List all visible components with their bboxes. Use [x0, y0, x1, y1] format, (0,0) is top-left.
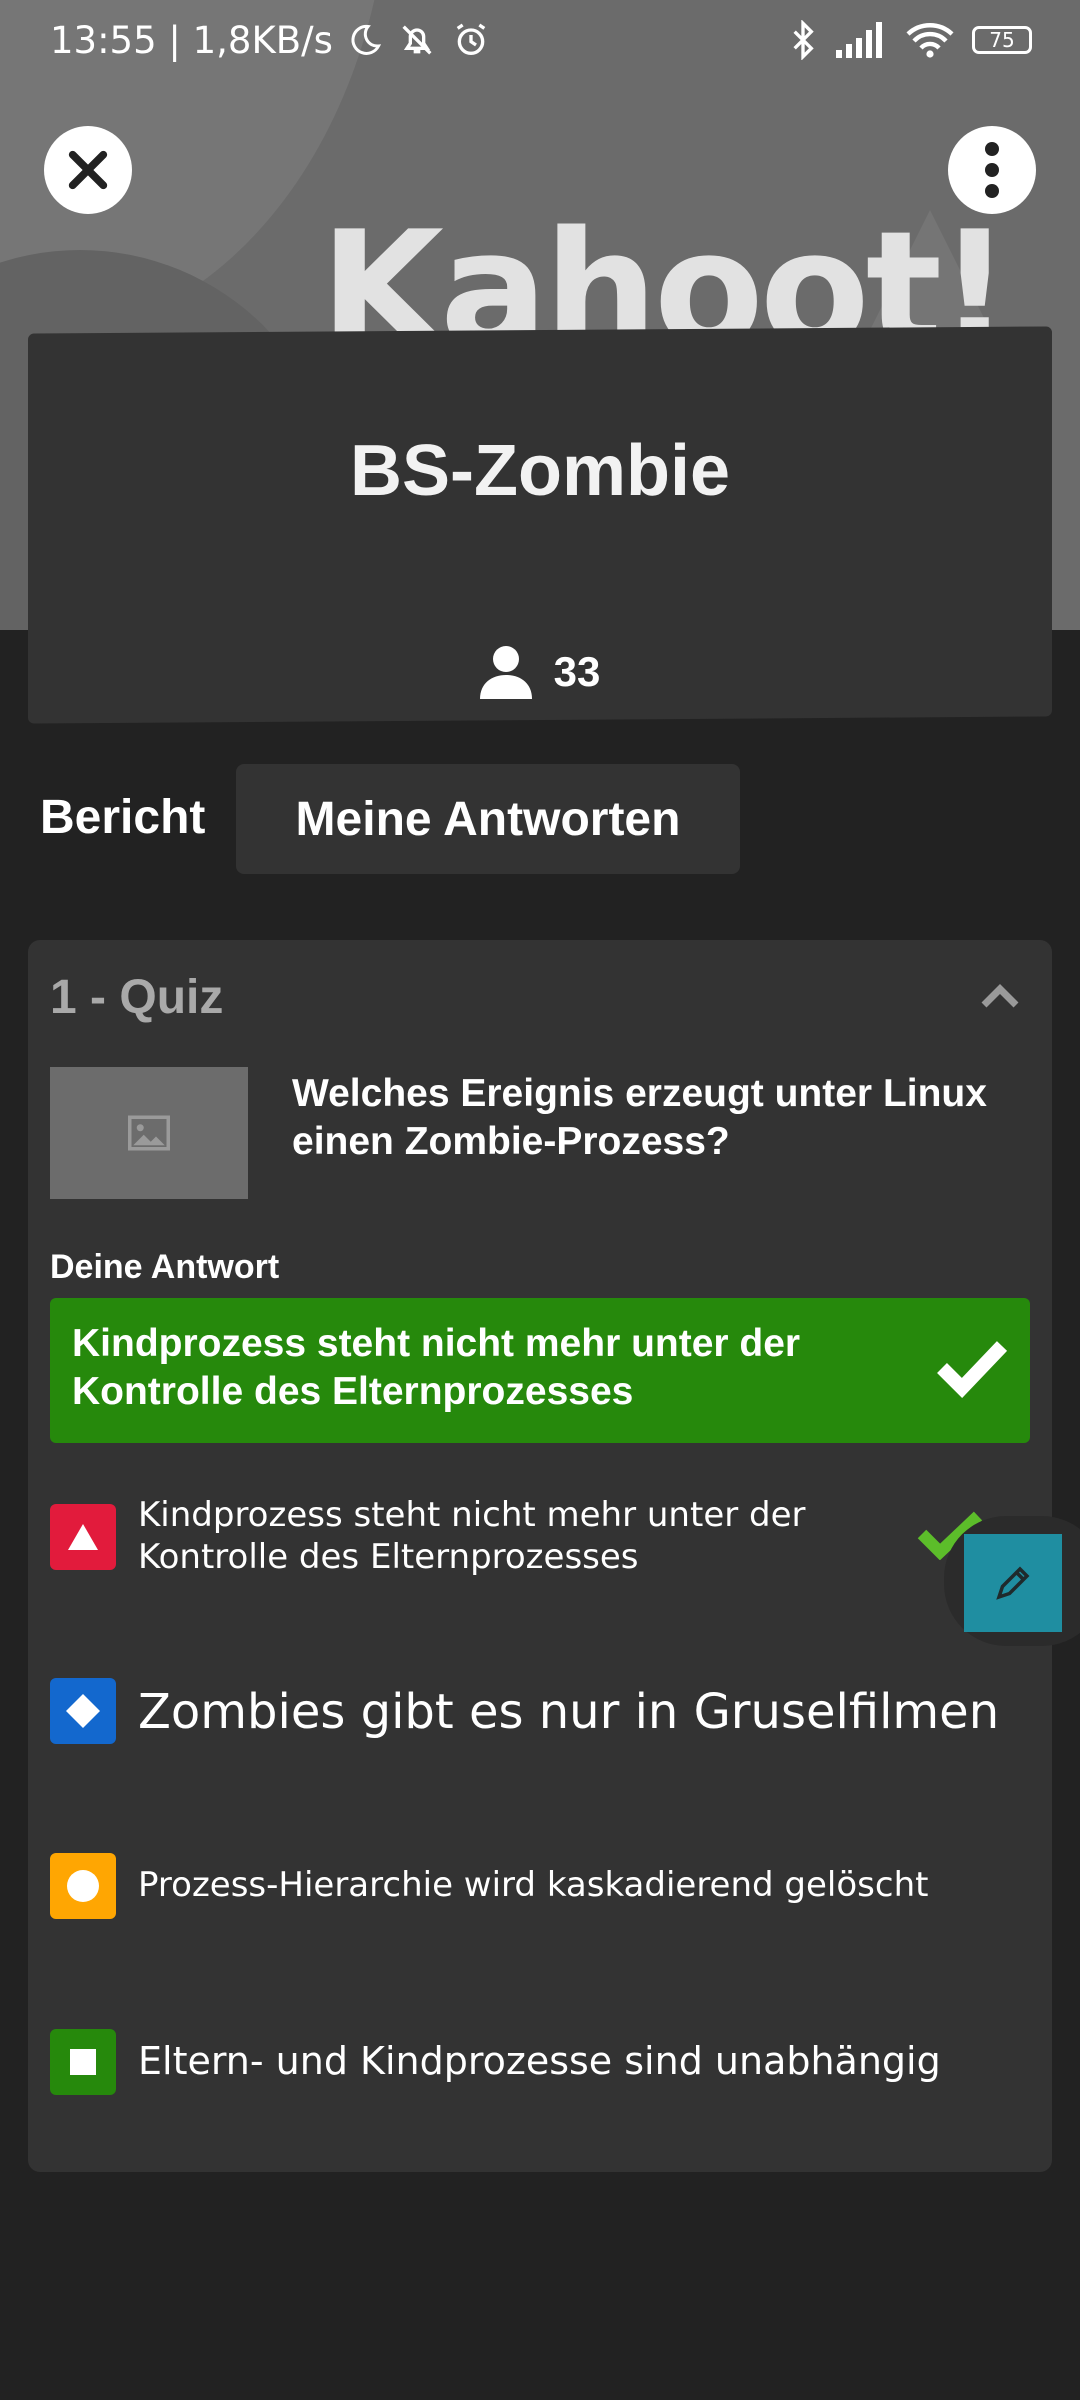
tab-meine-antworten[interactable]: Meine Antworten	[236, 764, 740, 874]
image-icon	[128, 1115, 170, 1151]
player-count-value: 33	[553, 648, 601, 695]
option-triangle-shape	[50, 1504, 116, 1570]
question-heading: 1 - Quiz	[50, 971, 224, 1024]
battery-indicator: 75	[972, 26, 1032, 54]
option-3-text: Prozess-Hierarchie wird kaskadierend gel…	[138, 1865, 929, 1905]
question-image-placeholder	[50, 1067, 248, 1199]
square-icon	[70, 2049, 96, 2075]
option-2-text: Zombies gibt es nur in Gruselfilmen	[138, 1684, 1000, 1740]
close-button[interactable]	[44, 126, 132, 214]
signal-icon	[836, 22, 882, 58]
more-options-button[interactable]	[948, 126, 1036, 214]
circle-icon	[67, 1870, 99, 1902]
option-4-text: Eltern- und Kindprozesse sind unabhängig	[138, 2039, 941, 2083]
more-vertical-icon	[985, 142, 999, 198]
edit-button[interactable]	[964, 1534, 1062, 1632]
checkmark-icon	[937, 1341, 1008, 1398]
close-icon	[68, 150, 108, 190]
bluetooth-icon	[793, 20, 814, 60]
question-text: Welches Ereignis erzeugt unter Linux ein…	[292, 1072, 987, 1163]
your-answer-box: Kindprozess steht nicht mehr unter der K…	[50, 1298, 1030, 1443]
status-time: 13:55 | 1,8KB/s	[50, 18, 333, 62]
wifi-icon	[906, 23, 954, 58]
tab-bericht[interactable]: Bericht	[40, 790, 210, 845]
option-circle-shape	[50, 1853, 116, 1919]
triangle-icon	[68, 1524, 98, 1550]
option-diamond-shape	[50, 1678, 116, 1744]
diamond-icon	[66, 1694, 100, 1728]
kahoot-title: BS-Zombie	[349, 431, 730, 511]
collapse-button[interactable]	[980, 980, 1020, 1010]
mute-bell-icon	[402, 25, 432, 55]
option-square-shape	[50, 2029, 116, 2095]
pencil-icon	[996, 1566, 1030, 1600]
option-1-text: Kindprozess steht nicht mehr unter der K…	[138, 1495, 806, 1577]
player-count: 33	[0, 645, 1080, 699]
person-icon	[479, 646, 532, 699]
chevron-up-icon	[981, 984, 1019, 1008]
your-answer-label: Deine Antwort	[50, 1248, 280, 1286]
status-bar: 13:55 | 1,8KB/s 75	[0, 0, 1080, 80]
your-answer-text: Kindprozess steht nicht mehr unter der K…	[72, 1322, 801, 1413]
moon-icon	[351, 24, 381, 55]
alarm-icon	[456, 23, 486, 56]
